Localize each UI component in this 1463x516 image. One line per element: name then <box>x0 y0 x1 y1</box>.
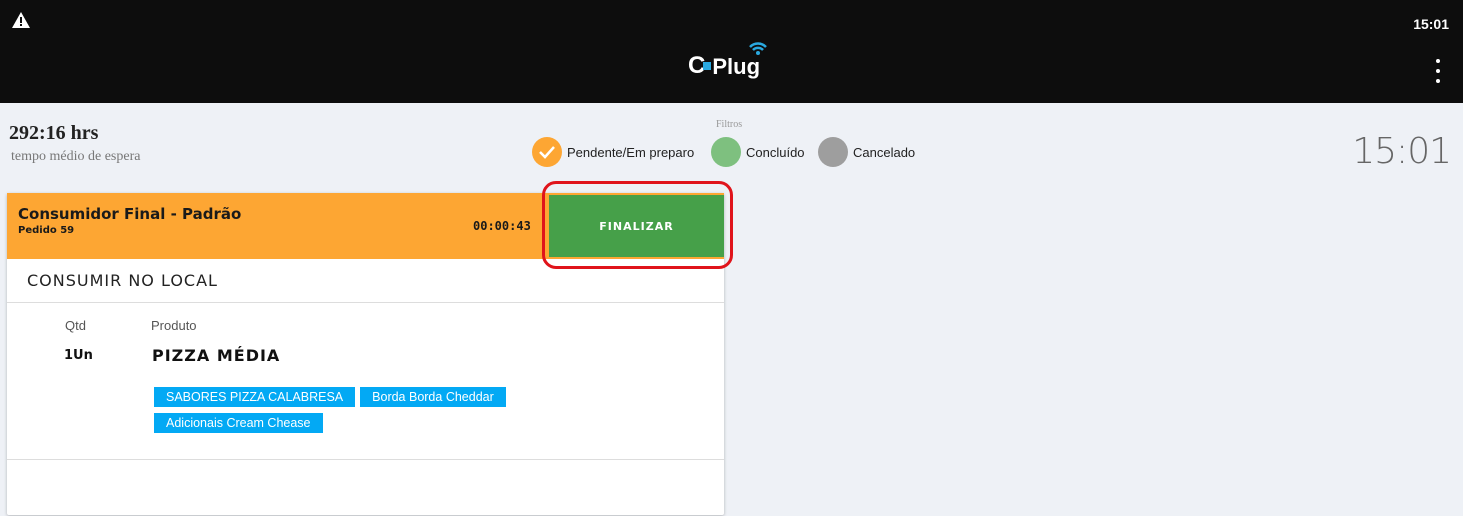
average-wait-label: tempo médio de espera <box>11 149 141 164</box>
status-time: 15:01 <box>1413 16 1449 32</box>
filter-label: Pendente/Em preparo <box>567 144 695 160</box>
column-header-product: Produto <box>151 318 197 333</box>
status-bar: 15:01 <box>0 0 1463 40</box>
average-wait-time: 292:16 hrs <box>9 122 99 144</box>
filter-label: Cancelado <box>853 144 916 160</box>
order-timer: 00:00:43 <box>473 219 531 233</box>
divider <box>7 459 724 460</box>
filter-cancelled[interactable]: Cancelado <box>818 137 915 167</box>
divider <box>7 302 724 303</box>
more-vert-icon[interactable] <box>1435 59 1441 83</box>
warning-icon <box>12 12 30 28</box>
modifier-tag: SABORES PIZZA CALABRESA <box>154 387 356 407</box>
status-dot-icon <box>711 137 741 167</box>
order-number: Pedido 59 <box>18 225 75 236</box>
check-icon <box>532 137 562 167</box>
item-modifiers: SABORES PIZZA CALABRESA Borda Borda Ched… <box>154 387 614 433</box>
wifi-icon <box>749 42 767 55</box>
modifier-tag: Borda Borda Cheddar <box>360 387 506 407</box>
cplug-logo: C Plug <box>688 42 767 80</box>
modifier-tag: Adicionais Cream Chease <box>154 413 323 433</box>
item-product: PIZZA MÉDIA <box>152 346 281 365</box>
info-bar: 292:16 hrs tempo médio de espera Filtros… <box>0 103 1463 185</box>
filters-label: Filtros <box>716 119 743 130</box>
service-mode: CONSUMIR NO LOCAL <box>27 271 218 290</box>
current-time: 15:01 <box>1352 131 1452 172</box>
column-header-qty: Qtd <box>65 318 86 333</box>
highlight-annotation <box>542 181 733 269</box>
filter-pending[interactable]: Pendente/Em preparo <box>532 137 694 167</box>
filter-label: Concluído <box>746 144 805 160</box>
item-quantity: 1Un <box>64 348 93 363</box>
customer-name: Consumidor Final - Padrão <box>18 205 242 223</box>
app-bar: C Plug <box>0 40 1463 103</box>
filter-completed[interactable]: Concluído <box>711 137 805 167</box>
status-dot-icon <box>818 137 848 167</box>
